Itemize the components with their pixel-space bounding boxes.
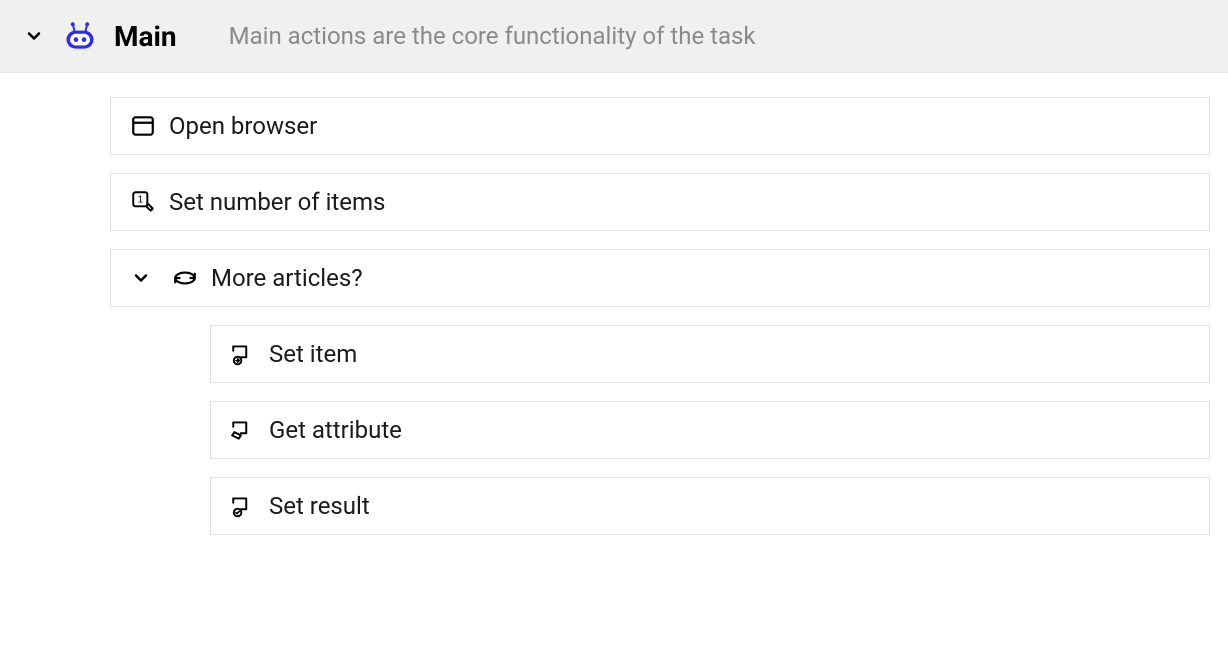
collapse-section-button[interactable] [22, 24, 46, 48]
svg-text:1: 1 [138, 195, 143, 206]
section-header: Main Main actions are the core functiona… [0, 0, 1228, 73]
action-set-number-items[interactable]: 1 Set number of items [110, 173, 1210, 231]
chevron-down-icon [20, 22, 48, 50]
action-label: Open browser [169, 112, 317, 140]
action-label: Set result [269, 492, 370, 520]
action-get-attribute[interactable]: Get attribute [210, 401, 1210, 459]
actions-container: Open browser 1 Set number of items [0, 73, 1228, 577]
action-label: Set number of items [169, 188, 385, 216]
section-title: Main [114, 20, 177, 53]
set-result-icon [229, 492, 257, 520]
set-number-icon: 1 [129, 188, 157, 216]
action-more-articles[interactable]: More articles? [110, 249, 1210, 307]
chevron-down-icon [127, 264, 155, 292]
robot-icon [62, 18, 98, 54]
get-attribute-icon [229, 416, 257, 444]
set-item-icon [229, 340, 257, 368]
browser-icon [129, 112, 157, 140]
section-description: Main actions are the core functionality … [229, 22, 756, 50]
collapse-loop-button[interactable] [129, 266, 153, 290]
action-open-browser[interactable]: Open browser [110, 97, 1210, 155]
action-label: Get attribute [269, 416, 402, 444]
action-set-item[interactable]: Set item [210, 325, 1210, 383]
action-set-result[interactable]: Set result [210, 477, 1210, 535]
loop-icon [171, 264, 199, 292]
action-label: More articles? [211, 264, 363, 292]
action-label: Set item [269, 340, 357, 368]
